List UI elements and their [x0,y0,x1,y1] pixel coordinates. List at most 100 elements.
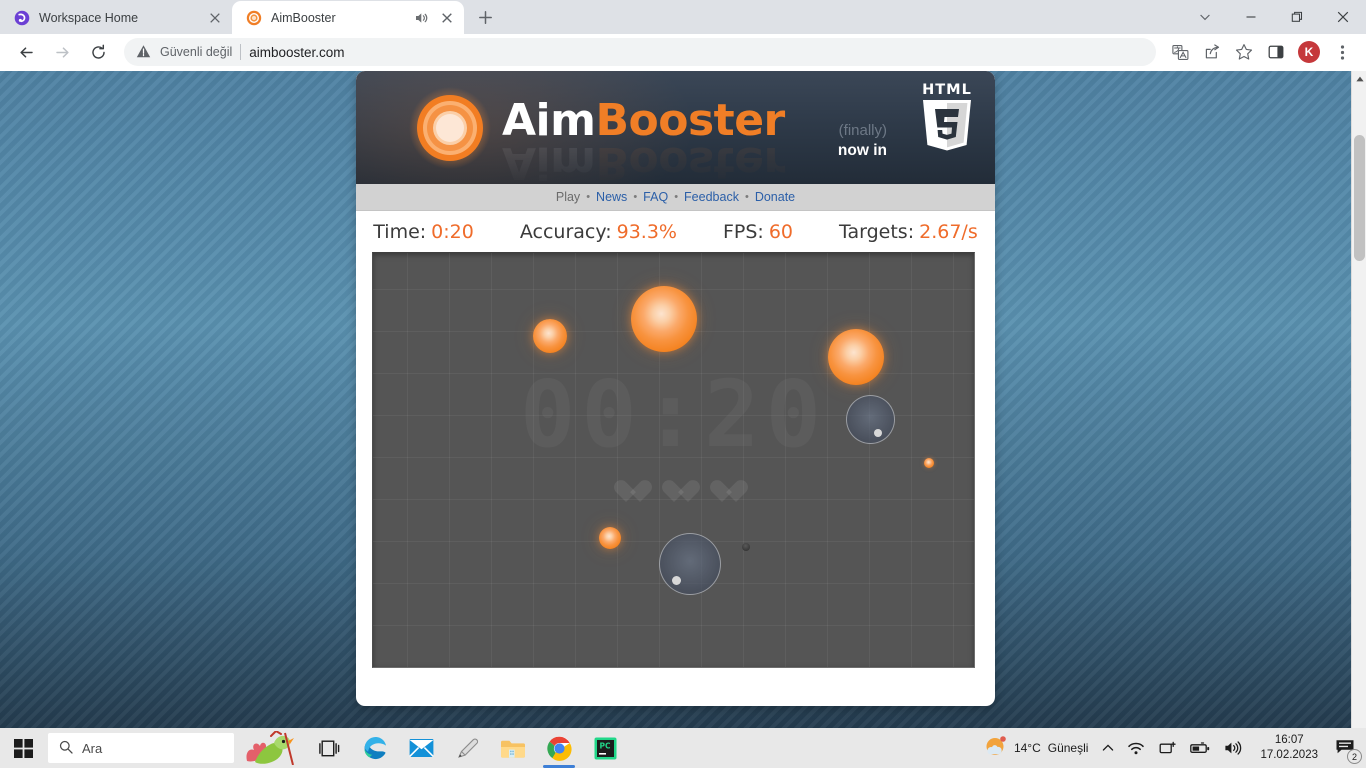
browser-toolbar: Güvenli değil aimbooster.com K [0,34,1366,71]
taskbar-clock[interactable]: 16:07 17.02.2023 [1249,728,1329,768]
wifi-icon[interactable] [1121,728,1152,768]
google-chrome-icon[interactable] [536,728,582,768]
stat-accuracy-value: 93.3% [616,220,677,243]
url-text: aimbooster.com [249,44,345,60]
clock-time: 16:07 [1274,733,1304,746]
html5-badge-icon: HTML [917,79,977,151]
forward-button[interactable] [47,37,77,67]
microsoft-edge-icon[interactable] [352,728,398,768]
tab-aimbooster[interactable]: AimBooster [232,1,464,34]
stat-fps-value: 60 [768,220,794,243]
scrollbar-thumb[interactable] [1354,135,1365,261]
parrot-sticker-icon[interactable] [234,728,306,768]
battery-icon[interactable] [1183,728,1217,768]
target-small-bottom[interactable] [599,527,621,549]
stat-targets-value: 2.67/s [919,220,978,243]
clock-date: 17.02.2023 [1260,749,1318,761]
nav-link-donate[interactable]: Donate [755,190,795,204]
stat-targets-label: Targets: [839,220,915,243]
tab-strip: Workspace Home AimBooster [0,0,1366,34]
nav-link-feedback[interactable]: Feedback [684,190,739,204]
lives-hearts [373,481,974,505]
magnifier-icon [59,740,73,757]
new-tab-button[interactable] [470,2,500,32]
heart-icon [613,481,639,505]
pycharm-icon[interactable]: PC [582,728,628,768]
nav-link-faq[interactable]: FAQ [643,190,668,204]
nav-separator: • [744,191,749,203]
fading-circle-lower[interactable] [659,533,721,595]
back-button[interactable] [11,37,41,67]
aimbooster-icon [246,10,262,26]
nav-separator: • [674,191,679,203]
close-icon[interactable] [438,9,456,27]
stat-accuracy: Accuracy: 93.3% [520,221,677,243]
workspace-icon [14,10,30,26]
reload-button[interactable] [83,37,113,67]
target-large-right[interactable] [828,329,884,385]
stat-accuracy-label: Accuracy: [519,220,612,243]
sun-cloud-icon [984,735,1007,761]
tab-workspace-home[interactable]: Workspace Home [0,1,232,34]
taskbar-search-placeholder: Ara [82,740,103,756]
close-button[interactable] [1320,0,1366,34]
tab-title: AimBooster [271,10,336,25]
stat-time-value: 0:20 [431,220,474,243]
stat-fps: FPS: 60 [723,221,793,243]
cursor-hit-dot [874,429,882,437]
task-view-icon[interactable] [306,728,352,768]
bookmark-star-icon[interactable] [1230,38,1258,66]
game-area-wrapper: 00:20 [356,252,995,677]
heart-icon [661,481,687,505]
three-dot-menu-icon[interactable] [1328,38,1356,66]
notification-center-button[interactable]: 2 [1329,728,1366,768]
weather-temperature: 14°C [1013,741,1041,755]
windows-start-icon[interactable] [0,728,46,768]
warning-triangle-icon [136,44,152,60]
stat-time-label: Time: [373,220,427,243]
nav-link-play[interactable]: Play [556,190,580,204]
nav-separator: • [633,191,638,203]
aimbooster-page: AimBooster AimBooster (finally) now in H… [356,71,995,706]
target-large-center[interactable] [631,286,697,352]
tab-search-chevron-down-icon[interactable] [1182,0,1228,34]
site-nav: Play • News • FAQ • Feedback • Donate [356,184,995,211]
mail-icon[interactable] [398,728,444,768]
page-viewport: AimBooster AimBooster (finally) now in H… [0,71,1366,740]
logo-reflection: AimBooster [502,137,785,184]
weather-widget[interactable]: 14°C Güneşli [974,728,1096,768]
address-bar[interactable]: Güvenli değil aimbooster.com [124,38,1156,66]
tab-audio-playing-icon[interactable] [413,10,429,26]
dead-dot [742,543,750,551]
minimize-button[interactable] [1228,0,1274,34]
target-tiny-right[interactable] [924,458,934,468]
speaker-icon[interactable] [1217,728,1249,768]
aimbooster-logo-icon [409,87,491,169]
side-panel-icon[interactable] [1262,38,1290,66]
taskbar-search-input[interactable]: Ara [48,733,234,763]
omnibox-divider [240,44,242,60]
sticky-notes-pen-icon[interactable] [444,728,490,768]
nav-separator: • [586,191,591,203]
nav-link-news[interactable]: News [596,190,627,204]
system-tray: 14°C Güneşli 16:07 17.02.2023 2 [974,728,1366,768]
share-icon[interactable] [1198,38,1226,66]
translate-icon[interactable] [1166,38,1194,66]
page-scrollbar[interactable] [1351,71,1366,740]
cursor-hit-dot [672,576,681,585]
svg-text:HTML: HTML [922,82,972,98]
close-icon[interactable] [206,9,224,27]
file-explorer-icon[interactable] [490,728,536,768]
finally-line1: (finally) [838,122,887,139]
maximize-button[interactable] [1274,0,1320,34]
fading-circle-upper[interactable] [846,395,895,444]
finally-now-in-label: (finally) now in [838,121,887,162]
scroll-up-arrow-icon[interactable] [1352,71,1366,87]
profile-avatar[interactable]: K [1298,41,1320,63]
game-canvas[interactable]: 00:20 [372,252,975,668]
site-header: AimBooster AimBooster (finally) now in H… [356,71,995,184]
notification-count-badge: 2 [1347,749,1362,764]
chevron-up-icon[interactable] [1095,728,1121,768]
target-small-left[interactable] [533,319,567,353]
display-icon[interactable] [1152,728,1183,768]
